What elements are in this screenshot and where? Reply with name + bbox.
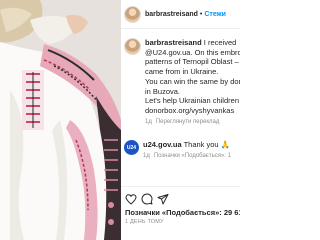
post-header: barbrastreisand • Стежи (121, 4, 240, 24)
likes-count[interactable]: Позначки «Подобається»: 29 614 (125, 208, 240, 217)
caption-meta: 1д Переглянути переклад (145, 118, 240, 128)
header-divider (121, 28, 240, 29)
reply-body: u24.gov.ua Thank you 🙏 1д Позначки «Подоб… (143, 140, 235, 161)
caption-line-3: patterns of Ternopil Oblast – (145, 57, 239, 67)
reply-meta: 1д Позначки «Подобається»: 1 (143, 152, 235, 162)
follow-button[interactable]: Стежи (204, 11, 226, 18)
caption-body: barbrastreisand I received @U24.gov.ua. … (145, 38, 240, 127)
author-username[interactable]: barbrastreisand (145, 11, 198, 18)
caption-line-7: Let's help Ukrainian children (145, 96, 239, 106)
reply-time: 1д (143, 152, 150, 159)
caption-line-2: @U24.gov.ua. On this embro (145, 47, 240, 57)
send-icon[interactable] (157, 193, 169, 205)
caption-avatar[interactable] (124, 38, 141, 55)
reply-username[interactable]: u24.gov.ua (143, 140, 182, 149)
actions-divider (121, 186, 240, 187)
u24-avatar[interactable]: U24 (124, 140, 139, 155)
comment-icon[interactable] (141, 193, 153, 205)
see-translation-link[interactable]: Переглянути переклад (156, 119, 220, 125)
post-side-panel: barbrastreisand • Стежи barbrastreisand … (121, 0, 240, 240)
caption-comment: barbrastreisand I received @U24.gov.ua. … (121, 38, 240, 127)
heart-icon[interactable] (125, 193, 137, 205)
post-date[interactable]: 1 ДЕНЬ ТОМУ (125, 219, 164, 225)
separator-dot: • (199, 10, 203, 18)
caption-line-1: I received (203, 38, 237, 47)
post-photo[interactable] (0, 0, 121, 240)
caption-time: 1д (145, 118, 152, 125)
reply-text: Thank you 🙏 (183, 140, 231, 149)
author-avatar[interactable] (124, 5, 141, 23)
embroidered-dress-image (0, 0, 121, 240)
caption-line-6: in Buzova. (145, 86, 181, 96)
action-bar (121, 192, 240, 206)
caption-line-4: came from in Ukraine. (145, 67, 219, 77)
reply-comment: U24 u24.gov.ua Thank you 🙏 1д Позначки «П… (121, 140, 240, 161)
caption-username[interactable]: barbrastreisand (145, 38, 202, 47)
instagram-post: barbrastreisand • Стежи barbrastreisand … (0, 0, 240, 240)
caption-line-8[interactable]: donorbox.org/vyshyvankas (145, 106, 240, 116)
caption-line-5: You can win the same by don (145, 76, 240, 86)
reply-likes[interactable]: Позначки «Подобається»: 1 (154, 153, 231, 159)
